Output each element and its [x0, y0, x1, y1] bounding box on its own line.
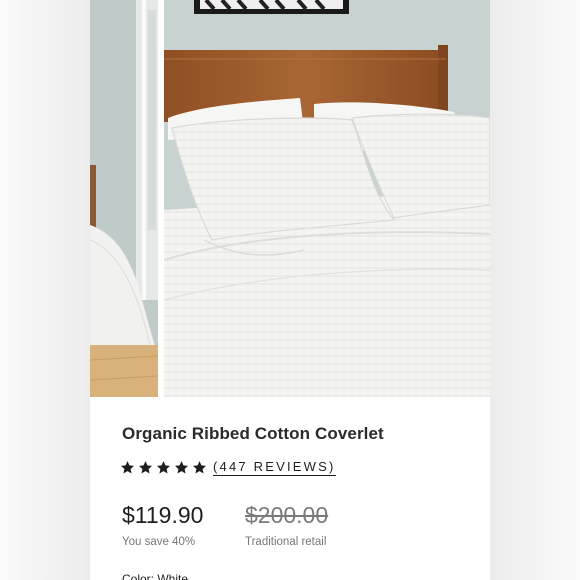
price-block: $119.90 You save 40%: [122, 502, 203, 548]
savings-text: You save 40%: [122, 536, 196, 548]
product-page: Organic Ribbed Cotton Coverlet (447 REVI…: [90, 0, 490, 580]
retail-label: Traditional retail: [245, 536, 327, 548]
right-margin: [490, 0, 580, 580]
star-icon: [157, 461, 170, 474]
image-gallery[interactable]: [90, 0, 490, 397]
reviews-link[interactable]: (447 REVIEWS): [213, 459, 336, 476]
star-icon: [193, 461, 206, 474]
star-rating: [120, 460, 207, 475]
star-icon: [121, 461, 134, 474]
star-icon: [175, 461, 188, 474]
gallery-image-previous[interactable]: [90, 0, 158, 397]
retail-block: $200.00 Traditional retail: [245, 502, 328, 548]
rating-row: (447 REVIEWS): [120, 459, 336, 476]
left-margin: [0, 0, 90, 580]
sale-price: $119.90: [122, 502, 204, 528]
retail-price: $200.00: [245, 502, 329, 528]
color-label: Color: White: [122, 572, 189, 580]
star-icon: [139, 461, 152, 474]
product-title: Organic Ribbed Cotton Coverlet: [122, 424, 384, 443]
gallery-image-main[interactable]: [164, 0, 490, 397]
